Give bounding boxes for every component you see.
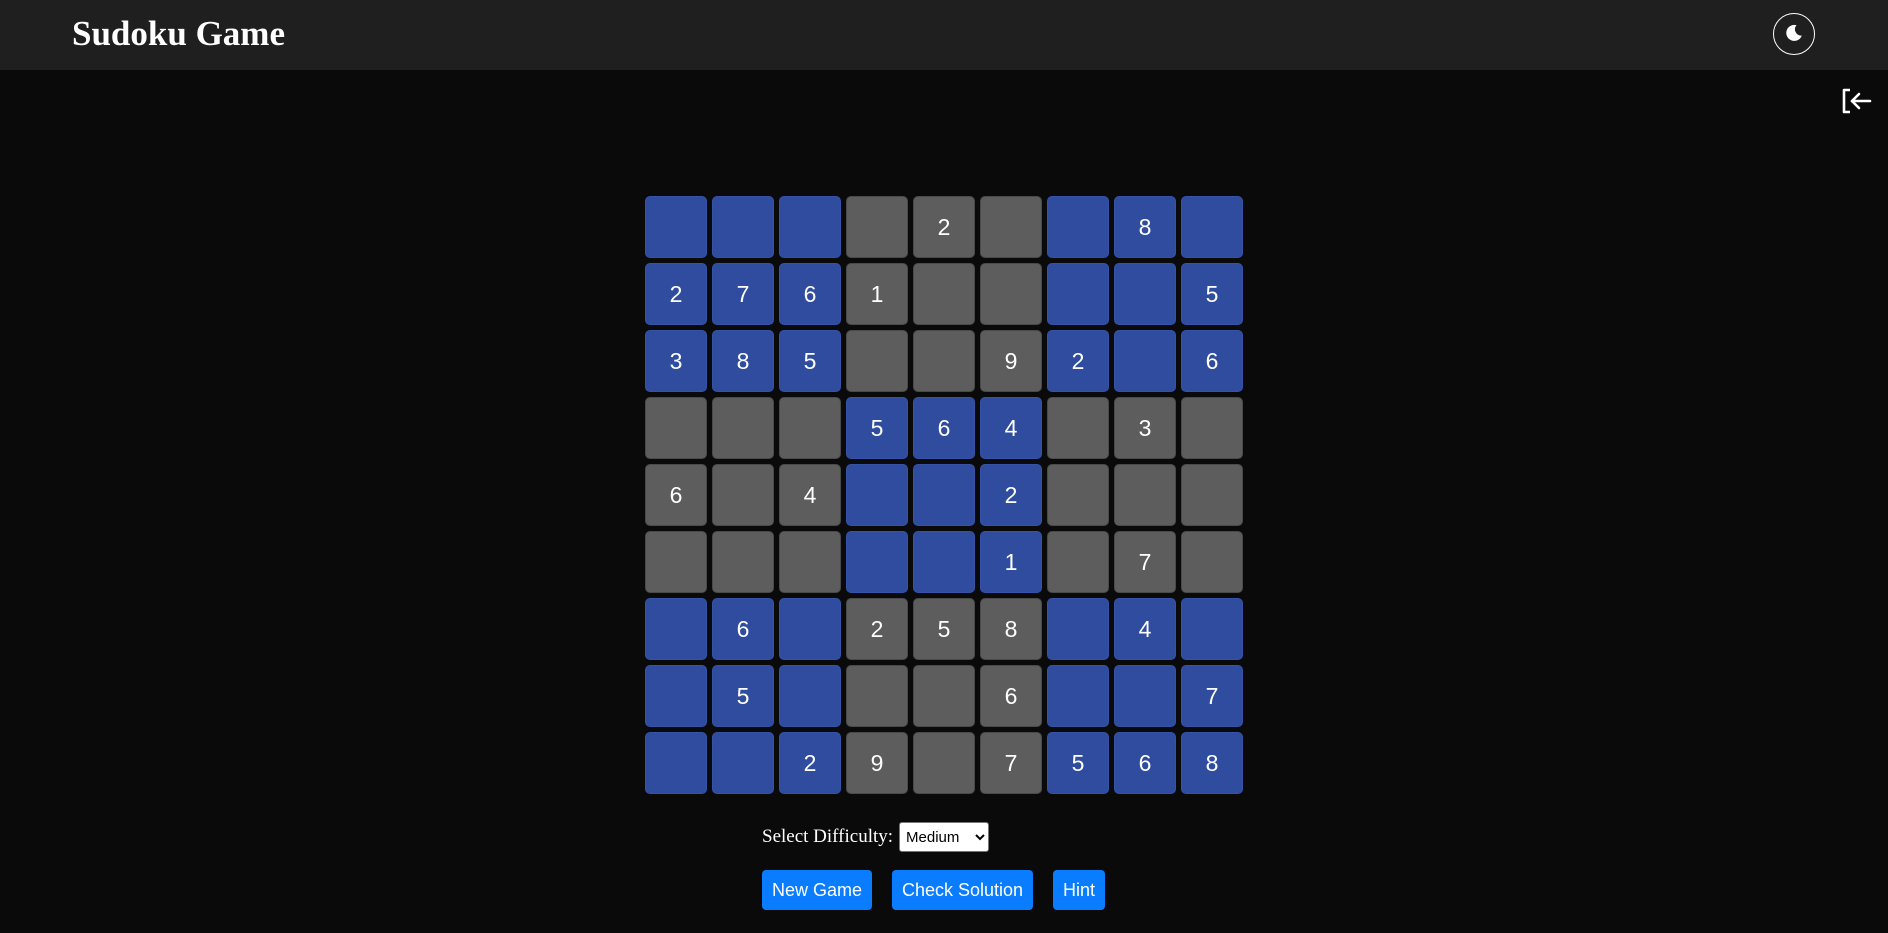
sudoku-cell[interactable]: 2 xyxy=(779,732,841,794)
sudoku-cell[interactable]: 9 xyxy=(980,330,1042,392)
new-game-button[interactable]: New Game xyxy=(762,870,872,910)
sudoku-cell[interactable] xyxy=(846,665,908,727)
sidebar-toggle-button[interactable] xyxy=(1840,88,1874,118)
sudoku-cell[interactable]: 8 xyxy=(1114,196,1176,258)
sudoku-cell[interactable]: 7 xyxy=(712,263,774,325)
sudoku-cell[interactable]: 8 xyxy=(712,330,774,392)
sudoku-cell[interactable] xyxy=(645,732,707,794)
sudoku-cell[interactable]: 2 xyxy=(913,196,975,258)
sudoku-cell[interactable]: 5 xyxy=(846,397,908,459)
sudoku-cell[interactable] xyxy=(779,196,841,258)
sudoku-cell[interactable]: 4 xyxy=(1114,598,1176,660)
sudoku-cell[interactable] xyxy=(712,397,774,459)
sidebar-collapse-icon xyxy=(1841,87,1873,120)
sudoku-cell[interactable] xyxy=(645,598,707,660)
sudoku-cell[interactable]: 2 xyxy=(1047,330,1109,392)
sudoku-cell[interactable]: 8 xyxy=(980,598,1042,660)
sudoku-cell[interactable] xyxy=(712,531,774,593)
sudoku-cell[interactable] xyxy=(913,464,975,526)
sudoku-cell[interactable]: 1 xyxy=(846,263,908,325)
sudoku-cell[interactable]: 7 xyxy=(980,732,1042,794)
sudoku-cell[interactable]: 5 xyxy=(1047,732,1109,794)
sudoku-cell[interactable]: 7 xyxy=(1181,665,1243,727)
sudoku-cell[interactable] xyxy=(1047,665,1109,727)
sudoku-cell[interactable]: 6 xyxy=(1181,330,1243,392)
sudoku-cell[interactable] xyxy=(1047,397,1109,459)
sudoku-cell[interactable]: 2 xyxy=(846,598,908,660)
sudoku-cell[interactable] xyxy=(645,665,707,727)
sudoku-board: 282761538592656436421762584567297568 xyxy=(645,196,1243,794)
sudoku-cell[interactable]: 3 xyxy=(645,330,707,392)
sudoku-cell[interactable]: 6 xyxy=(980,665,1042,727)
sudoku-cell[interactable] xyxy=(779,397,841,459)
sudoku-cell[interactable] xyxy=(645,531,707,593)
sudoku-cell[interactable]: 6 xyxy=(913,397,975,459)
sudoku-cell[interactable]: 5 xyxy=(913,598,975,660)
sudoku-cell[interactable] xyxy=(1114,464,1176,526)
sudoku-cell[interactable] xyxy=(1181,196,1243,258)
sudoku-cell[interactable] xyxy=(1181,598,1243,660)
sudoku-cell[interactable] xyxy=(779,665,841,727)
sudoku-cell[interactable] xyxy=(1114,330,1176,392)
sudoku-cell[interactable] xyxy=(846,196,908,258)
sudoku-cell[interactable] xyxy=(779,598,841,660)
sudoku-cell[interactable]: 2 xyxy=(645,263,707,325)
sudoku-cell[interactable] xyxy=(1047,263,1109,325)
sudoku-cell[interactable]: 5 xyxy=(1181,263,1243,325)
sudoku-cell[interactable] xyxy=(1181,531,1243,593)
sudoku-cell[interactable] xyxy=(913,665,975,727)
sudoku-cell[interactable] xyxy=(712,732,774,794)
sudoku-cell[interactable]: 2 xyxy=(980,464,1042,526)
top-bar: Sudoku Game xyxy=(0,0,1888,70)
theme-toggle-button[interactable] xyxy=(1773,13,1815,55)
check-solution-button[interactable]: Check Solution xyxy=(892,870,1033,910)
sudoku-cell[interactable] xyxy=(1114,263,1176,325)
sudoku-cell[interactable] xyxy=(913,531,975,593)
difficulty-label: Select Difficulty: xyxy=(762,826,894,847)
sudoku-cell[interactable]: 4 xyxy=(779,464,841,526)
sudoku-cell[interactable] xyxy=(1047,531,1109,593)
sudoku-cell[interactable]: 5 xyxy=(712,665,774,727)
sudoku-cell[interactable] xyxy=(712,464,774,526)
sudoku-cell[interactable] xyxy=(846,330,908,392)
sudoku-cell[interactable] xyxy=(712,196,774,258)
sudoku-cell[interactable] xyxy=(913,732,975,794)
sudoku-cell[interactable]: 6 xyxy=(645,464,707,526)
sudoku-cell[interactable]: 8 xyxy=(1181,732,1243,794)
sudoku-cell[interactable]: 7 xyxy=(1114,531,1176,593)
app-title: Sudoku Game xyxy=(72,14,285,53)
sudoku-cell[interactable] xyxy=(980,196,1042,258)
sudoku-cell[interactable] xyxy=(1181,464,1243,526)
sudoku-cell[interactable] xyxy=(846,531,908,593)
difficulty-row: Select Difficulty: Medium xyxy=(762,822,990,852)
difficulty-select[interactable]: Medium xyxy=(899,822,990,852)
hint-button[interactable]: Hint xyxy=(1053,870,1105,910)
sudoku-cell[interactable]: 6 xyxy=(779,263,841,325)
sudoku-cell[interactable] xyxy=(913,263,975,325)
sudoku-cell[interactable]: 1 xyxy=(980,531,1042,593)
sudoku-cell[interactable] xyxy=(1047,464,1109,526)
sudoku-cell[interactable] xyxy=(645,196,707,258)
sudoku-cell[interactable]: 4 xyxy=(980,397,1042,459)
sudoku-cell[interactable] xyxy=(980,263,1042,325)
sudoku-cell[interactable] xyxy=(1047,196,1109,258)
moon-icon xyxy=(1784,23,1804,46)
sudoku-cell[interactable] xyxy=(1114,665,1176,727)
sudoku-cell[interactable]: 6 xyxy=(712,598,774,660)
sudoku-cell[interactable] xyxy=(645,397,707,459)
sudoku-cell[interactable] xyxy=(779,531,841,593)
sudoku-cell[interactable] xyxy=(1047,598,1109,660)
sudoku-cell[interactable] xyxy=(846,464,908,526)
sudoku-cell[interactable] xyxy=(1181,397,1243,459)
sudoku-cell[interactable]: 3 xyxy=(1114,397,1176,459)
sudoku-cell[interactable]: 9 xyxy=(846,732,908,794)
sudoku-cell[interactable]: 6 xyxy=(1114,732,1176,794)
sudoku-cell[interactable]: 5 xyxy=(779,330,841,392)
sudoku-cell[interactable] xyxy=(913,330,975,392)
